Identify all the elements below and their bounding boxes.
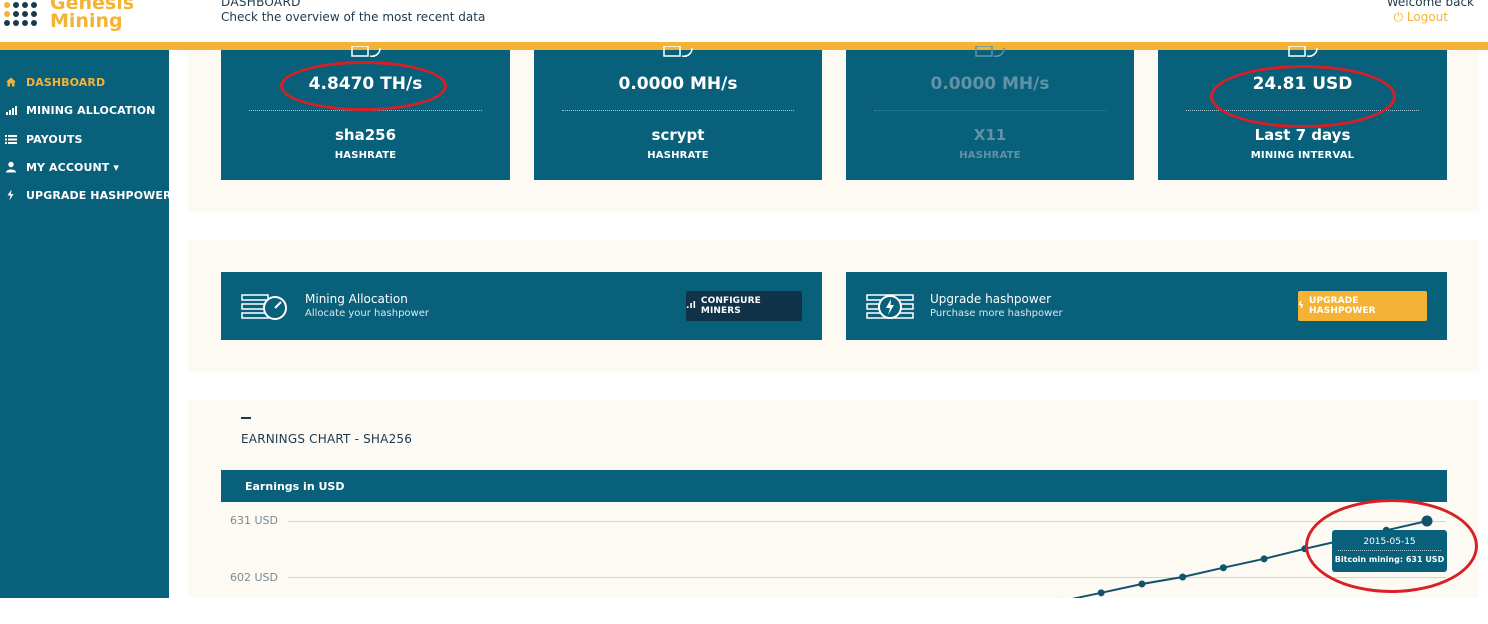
configure-miners-button[interactable]: .ıl CONFIGURE MINERS [686,291,802,321]
logo-line-2: Mining [50,10,123,32]
sidebar-item-label: DASHBOARD [26,76,106,89]
user-icon [6,161,16,173]
chart-heading: EARNINGS CHART - SHA256 [241,432,413,446]
page-subtitle: Check the overview of the most recent da… [221,10,486,24]
speedometer-icon [1287,46,1318,57]
sidebar-item-mining-allocation[interactable]: MINING ALLOCATION [0,100,169,122]
logout-link[interactable]: ⏻ Logout [1394,10,1448,25]
stat-caption: HASHRATE [647,150,709,161]
stat-divider [874,110,1106,111]
upgrade-hashpower-card: Upgrade hashpower Purchase more hashpowe… [846,272,1447,340]
stat-name: sha256 [334,126,397,144]
bolt-icon [7,189,14,201]
sidebar-item-upgrade-hashpower[interactable]: UPGRADE HASHPOWER [0,185,172,207]
heading-dash [241,417,251,419]
sidebar-item-payouts[interactable]: PAYOUTS [0,129,169,151]
y-tick-label: 602 USD [230,571,278,584]
signal-bars-icon: .ıl [686,301,696,311]
y-tick-label: 631 USD [230,514,278,527]
power-icon: ⏻ [1393,10,1404,24]
stat-divider [562,110,794,111]
stat-value: 0.0000 MH/s [930,74,1050,94]
top-header: Genesis Mining DASHBOARD Check the overv… [0,0,1488,42]
page-title: DASHBOARD [221,0,301,9]
sidebar-item-label: MY ACCOUNT ▾ [26,161,119,174]
stat-card-scrypt: 0.0000 MH/s scrypt HASHRATE [534,46,822,180]
logo-text: Genesis Mining [50,0,134,32]
bolt-icon: ϟ [1298,301,1305,311]
card-title: Mining Allocation [305,292,408,306]
stat-divider [1186,110,1419,111]
chart-bar-label: Earnings in USD [245,480,345,493]
button-label: CONFIGURE MINERS [700,296,761,316]
stat-value: 0.0000 MH/s [618,74,738,94]
upgrade-hashpower-button[interactable]: ϟ UPGRADE HASHPOWER [1298,291,1427,321]
sidebar-item-dashboard[interactable]: DASHBOARD [0,72,169,94]
stat-name: X11 [973,126,1007,144]
button-label: UPGRADE HASHPOWER [1309,296,1376,316]
home-icon [6,77,16,87]
sidebar-item-label: MINING ALLOCATION [26,104,156,117]
stat-card-x11: 0.0000 MH/s X11 HASHRATE [846,46,1134,180]
header-accent-bar [0,42,1488,50]
stat-value: 24.81 USD [1252,74,1353,94]
sidebar-item-my-account[interactable]: MY ACCOUNT ▾ [0,157,169,179]
mining-allocation-card: Mining Allocation Allocate your hashpowe… [221,272,822,340]
logo-dots-icon [4,2,40,26]
stat-caption: MINING INTERVAL [1250,150,1355,161]
sidebar: DASHBOARD MINING ALLOCATION PAYOUTS MY A… [0,50,172,598]
welcome-text: Welcome back [1386,0,1474,9]
speedometer-icon [663,46,693,57]
list-icon [5,135,17,144]
speedometer-icon [975,46,1005,57]
card-subtitle: Allocate your hashpower [305,308,429,319]
stat-value: 4.8470 TH/s [308,74,423,94]
screen: Genesis Mining DASHBOARD Check the overv… [0,0,1488,624]
genesis-mining-logo[interactable]: Genesis Mining [4,0,164,34]
stat-card-sha256: 4.8470 TH/s sha256 HASHRATE [221,46,510,180]
tooltip-date: 2015-05-15 [1363,537,1416,547]
stat-card-mining-interval: 24.81 USD Last 7 days MINING INTERVAL [1158,46,1447,180]
stat-name: Last 7 days [1254,126,1351,144]
chart-title-bar: Earnings in USD [221,470,1447,502]
card-title: Upgrade hashpower [930,292,1052,306]
stat-caption: HASHRATE [334,150,397,161]
tooltip-divider [1338,550,1441,551]
server-speedometer-icon [241,294,287,320]
gridline-602 [288,577,1446,578]
sidebar-item-label: PAYOUTS [26,133,83,146]
signal-bars-icon [6,106,17,115]
stat-divider [249,110,482,111]
caret-down-icon: ▾ [113,161,119,174]
gridline-631 [288,521,1446,522]
tooltip-value: Bitcoin mining: 631 USD [1334,555,1445,564]
logout-label: Logout [1406,10,1448,24]
server-bolt-icon [866,294,914,319]
chart-tooltip: 2015-05-15 Bitcoin mining: 631 USD [1332,530,1447,572]
card-subtitle: Purchase more hashpower [930,308,1063,319]
page-bottom [0,598,1488,624]
speedometer-icon [350,46,381,57]
stat-caption: HASHRATE [959,150,1021,161]
sidebar-item-label: UPGRADE HASHPOWER [26,189,172,202]
stat-name: scrypt [651,126,705,144]
